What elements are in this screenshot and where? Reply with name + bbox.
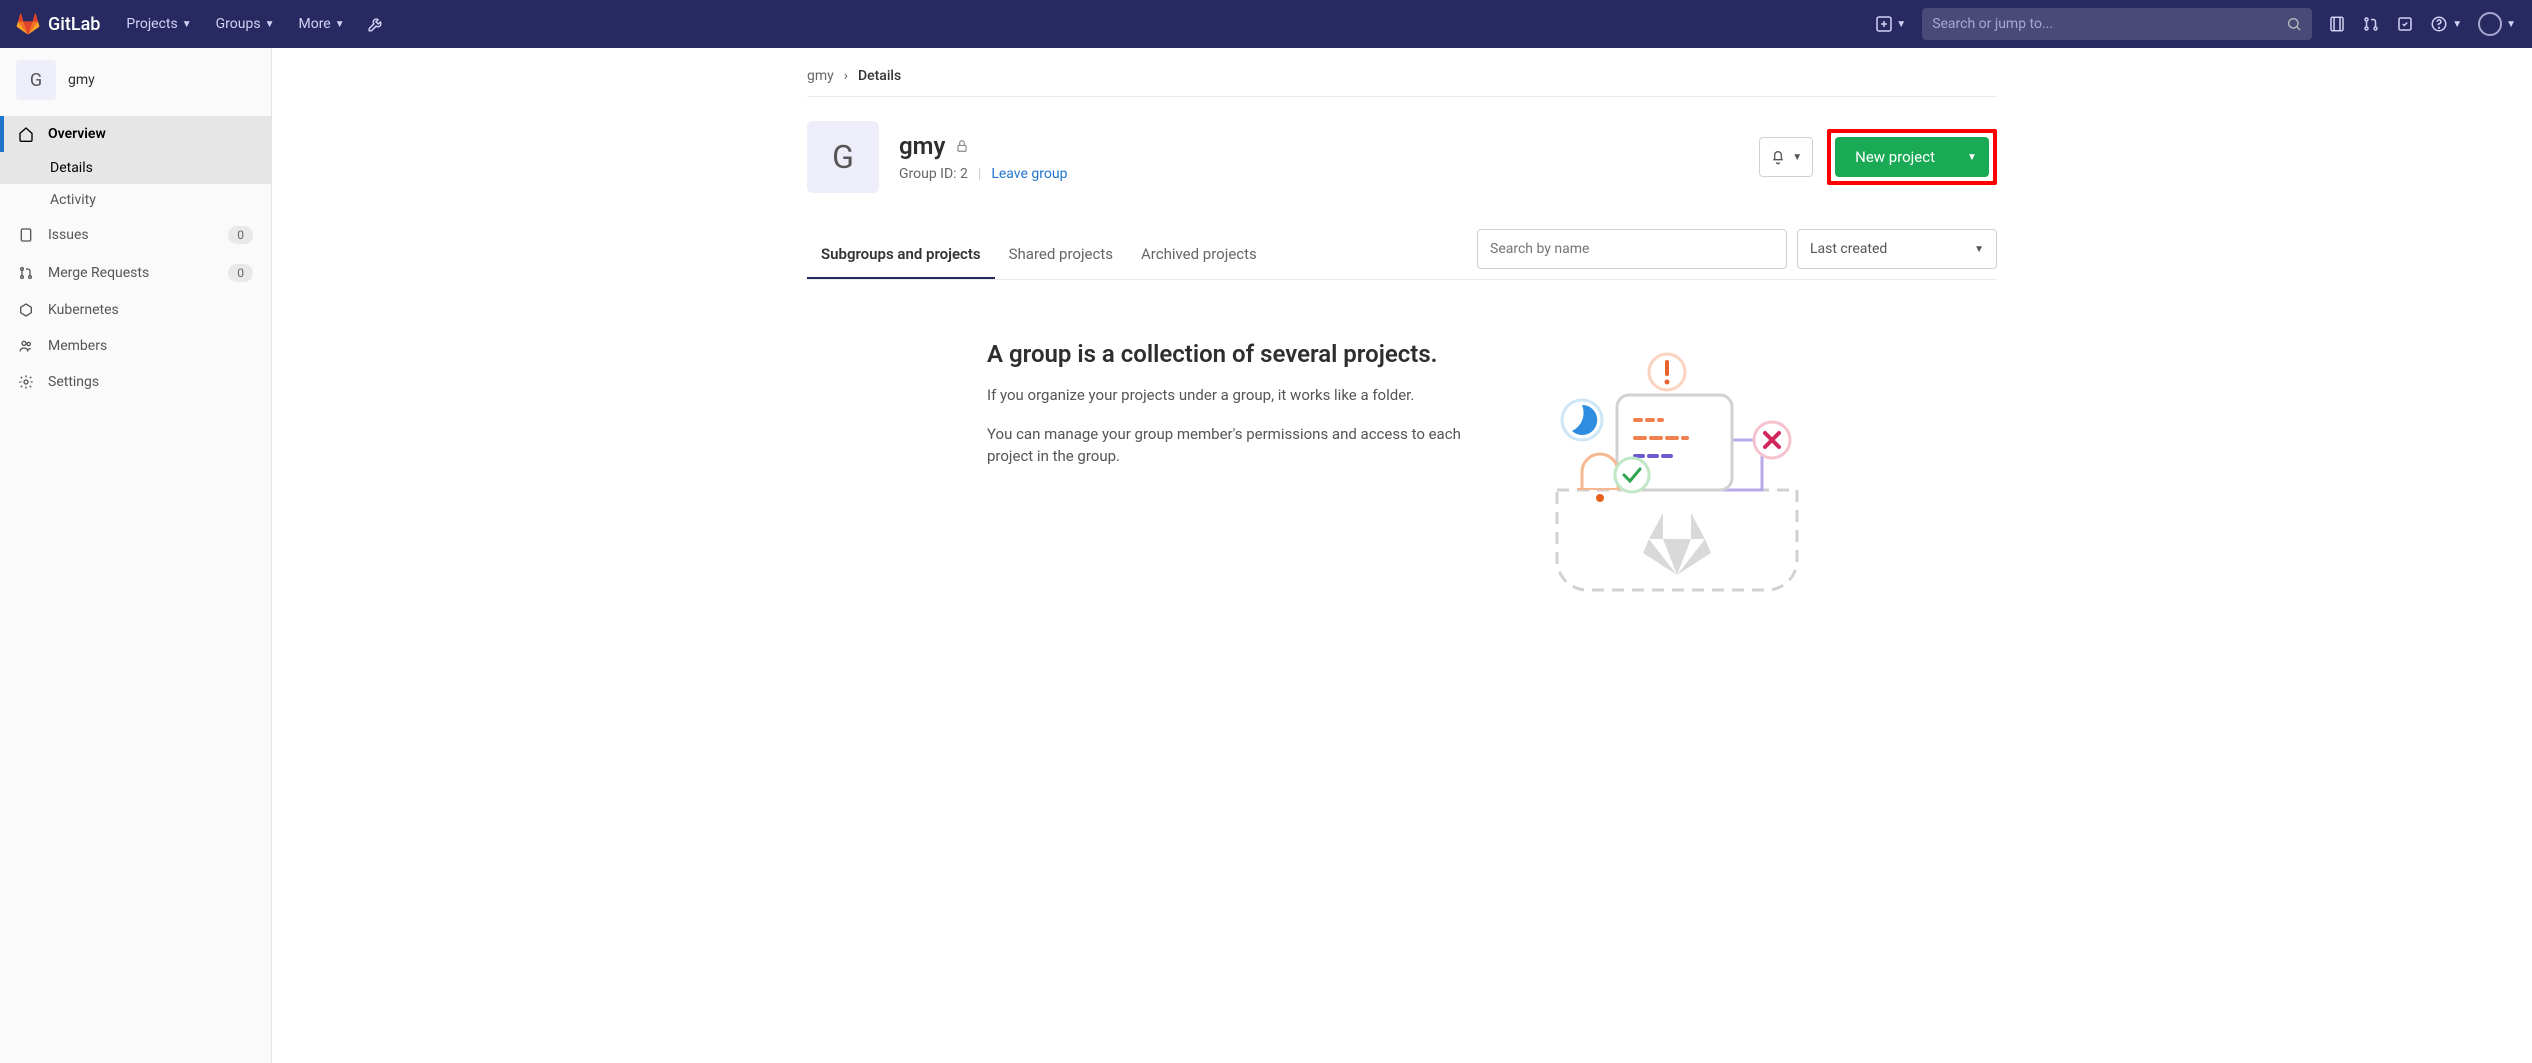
todos-icon[interactable] [2396, 15, 2414, 33]
topmenu-groups[interactable]: Groups▼ [206, 8, 285, 40]
brand-logo[interactable]: GitLab [16, 12, 100, 36]
admin-wrench-icon[interactable] [367, 15, 385, 33]
leave-group-link[interactable]: Leave group [991, 166, 1067, 182]
chevron-down-icon: ▼ [1792, 152, 1802, 163]
new-dropdown[interactable]: ▼ [1876, 16, 1906, 32]
sidebar-sub-details[interactable]: Details [0, 152, 271, 184]
main-content: gmy › Details G gmy Group ID: 2 | [272, 48, 2532, 1063]
chevron-right-icon: › [844, 68, 848, 84]
tab-shared-projects[interactable]: Shared projects [995, 231, 1127, 277]
user-menu[interactable]: ▼ [2478, 12, 2516, 36]
gitlab-icon [16, 12, 40, 36]
group-title: gmy [899, 132, 1067, 160]
empty-p1: If you organize your projects under a gr… [987, 384, 1487, 407]
chevron-down-icon: ▼ [2506, 19, 2516, 30]
sidebar-item-overview[interactable]: Overview [0, 116, 271, 152]
sidebar-sub-activity[interactable]: Activity [0, 184, 271, 216]
chevron-down-icon: ▼ [1896, 19, 1906, 30]
empty-state: A group is a collection of several proje… [807, 280, 1997, 660]
brand-text: GitLab [48, 14, 100, 35]
tabs: Subgroups and projects Shared projects A… [807, 229, 1997, 280]
empty-title: A group is a collection of several proje… [987, 340, 1487, 368]
search-icon [2286, 16, 2302, 32]
top-menu: Projects▼ Groups▼ More▼ [116, 8, 384, 40]
tab-archived-projects[interactable]: Archived projects [1127, 231, 1271, 277]
sidebar-item-members[interactable]: Members [0, 328, 271, 364]
merge-requests-icon[interactable] [2362, 15, 2380, 33]
help-icon[interactable]: ▼ [2430, 15, 2462, 33]
group-avatar-large: G [807, 121, 879, 193]
sidebar-item-merge-requests[interactable]: Merge Requests 0 [0, 254, 271, 292]
topmenu-projects[interactable]: Projects▼ [116, 8, 201, 40]
breadcrumb: gmy › Details [807, 56, 1997, 97]
top-right: ▼ ▼ ▼ [1876, 8, 2516, 40]
top-nav: GitLab Projects▼ Groups▼ More▼ ▼ ▼ ▼ [0, 0, 2532, 48]
group-id: Group ID: 2 [899, 166, 968, 182]
chevron-down-icon: ▼ [1974, 244, 1984, 255]
plus-icon [1876, 16, 1892, 32]
filter-search-input[interactable] [1477, 229, 1787, 269]
members-icon [18, 338, 34, 354]
chevron-down-icon: ▼ [1967, 152, 1977, 163]
sort-dropdown[interactable]: Last created ▼ [1797, 229, 1997, 269]
avatar-icon [2478, 12, 2502, 36]
notifications-dropdown[interactable]: ▼ [1759, 137, 1813, 177]
tab-subgroups-projects[interactable]: Subgroups and projects [807, 231, 995, 279]
chevron-down-icon: ▼ [335, 19, 345, 30]
topmenu-more[interactable]: More▼ [288, 8, 354, 40]
bell-icon [1770, 149, 1786, 165]
group-header: G gmy Group ID: 2 | Leave group [807, 97, 1997, 209]
search-input[interactable] [1932, 16, 2286, 32]
sidebar-item-kubernetes[interactable]: Kubernetes [0, 292, 271, 328]
issues-icon[interactable] [2328, 15, 2346, 33]
chevron-down-icon: ▼ [2452, 19, 2462, 30]
sidebar: G gmy Overview Details Activity Issues 0… [0, 48, 272, 1063]
merge-icon [18, 265, 34, 281]
sidebar-item-settings[interactable]: Settings [0, 364, 271, 400]
home-icon [18, 126, 34, 142]
sidebar-item-issues[interactable]: Issues 0 [0, 216, 271, 254]
new-project-button[interactable]: New project [1835, 137, 1955, 177]
global-search[interactable] [1922, 8, 2312, 40]
empty-p2: You can manage your group member's permi… [987, 423, 1487, 468]
sidebar-group-header[interactable]: G gmy [0, 48, 271, 112]
chevron-down-icon: ▼ [182, 19, 192, 30]
highlighted-region: New project ▼ [1827, 129, 1997, 185]
group-avatar: G [16, 60, 56, 100]
lock-icon [955, 139, 969, 153]
gear-icon [18, 374, 34, 390]
breadcrumb-root[interactable]: gmy [807, 68, 834, 84]
mr-count: 0 [228, 264, 253, 282]
issues-icon [18, 227, 34, 243]
issues-count: 0 [228, 226, 253, 244]
new-project-dropdown[interactable]: ▼ [1955, 137, 1989, 177]
empty-illustration [1527, 340, 1827, 600]
breadcrumb-current: Details [858, 68, 901, 84]
chevron-down-icon: ▼ [265, 19, 275, 30]
kubernetes-icon [18, 302, 34, 318]
sidebar-group-name: gmy [68, 72, 95, 88]
